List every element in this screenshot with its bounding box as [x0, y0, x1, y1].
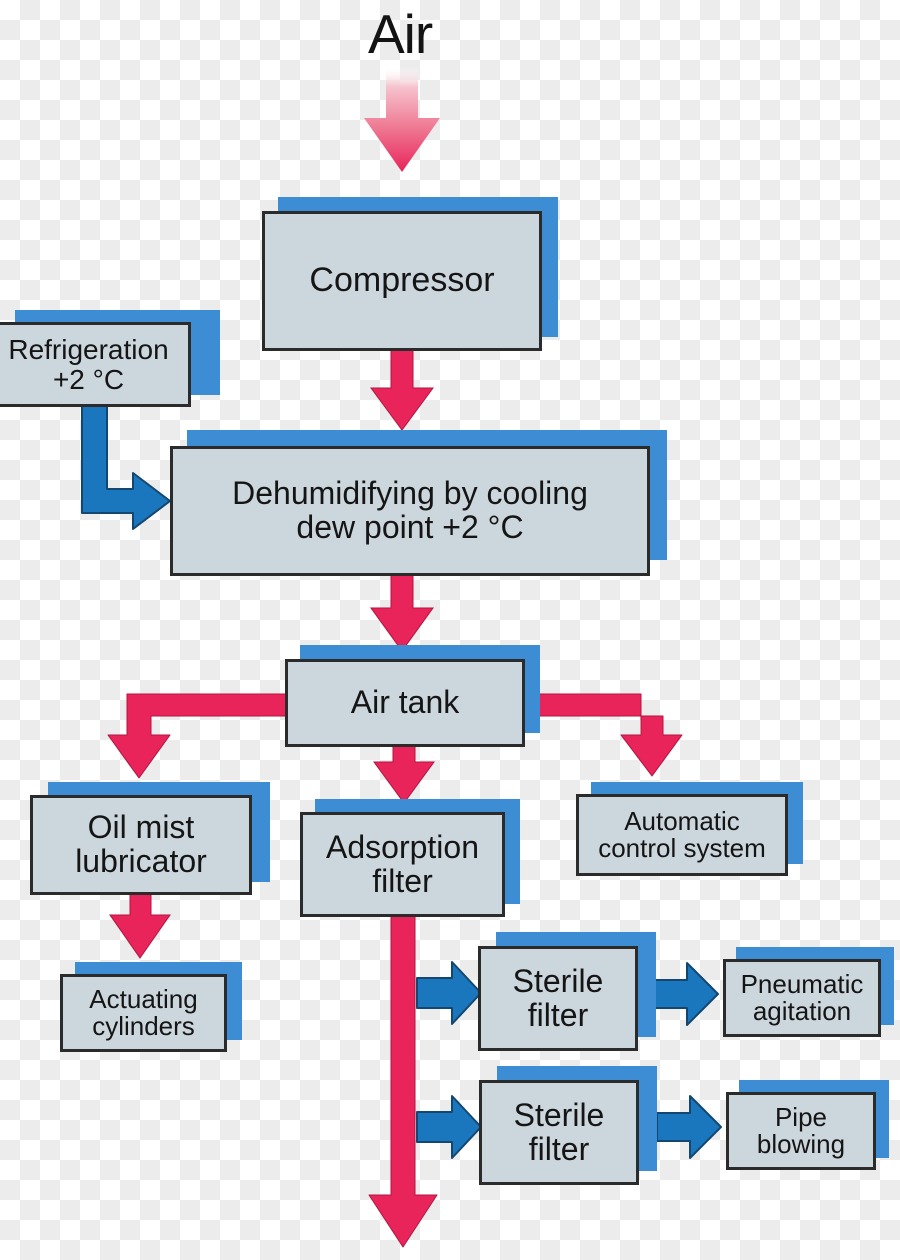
- arrow-sterile-filter-1-to-pneumatic-agitation: [654, 962, 719, 1026]
- node-refrigeration[interactable]: Refrigeration +2 °C: [0, 322, 191, 407]
- arrow-adsorption-filter-downstream: [368, 904, 438, 1248]
- node-air-tank[interactable]: Air tank: [285, 659, 525, 747]
- flowchart-canvas: Air Compressor Refrigeration +2 °C Dehum…: [0, 0, 900, 1260]
- connector-layer: [81, 68, 722, 1248]
- inlet-label-air: Air: [368, 3, 433, 65]
- arrow-trunk-to-sterile-filter-2: [416, 1095, 482, 1159]
- arrow-air-to-compressor: [364, 68, 440, 172]
- arrow-sterile-filter-2-to-pipe-blowing: [656, 1095, 722, 1159]
- node-dehumidifying[interactable]: Dehumidifying by cooling dew point +2 °C: [170, 446, 650, 576]
- arrow-compressor-to-dehumidifying: [370, 347, 434, 431]
- node-pneumatic-agitation[interactable]: Pneumatic agitation: [723, 959, 881, 1037]
- node-pipe-blowing[interactable]: Pipe blowing: [726, 1092, 876, 1170]
- arrow-oil-mist-lubricator-to-actuating-cylinders: [109, 883, 171, 959]
- node-sterile-filter-2[interactable]: Sterile filter: [479, 1080, 639, 1185]
- arrow-trunk-to-sterile-filter-1: [416, 961, 482, 1025]
- node-compressor[interactable]: Compressor: [262, 211, 542, 351]
- node-actuating-cylinders[interactable]: Actuating cylinders: [60, 974, 227, 1052]
- arrow-refrigeration-to-dehumidifying: [81, 403, 171, 530]
- node-automatic-control-system[interactable]: Automatic control system: [576, 794, 788, 876]
- node-oil-mist-lubricator[interactable]: Oil mist lubricator: [30, 795, 252, 895]
- node-sterile-filter-1[interactable]: Sterile filter: [478, 946, 638, 1051]
- arrow-air-tank-to-oil-mist-lubricator: [107, 693, 288, 779]
- node-adsorption-filter[interactable]: Adsorption filter: [300, 812, 505, 917]
- arrow-dehumidifying-to-air-tank: [370, 572, 434, 652]
- arrow-air-tank-to-automatic-control-system: [524, 693, 683, 777]
